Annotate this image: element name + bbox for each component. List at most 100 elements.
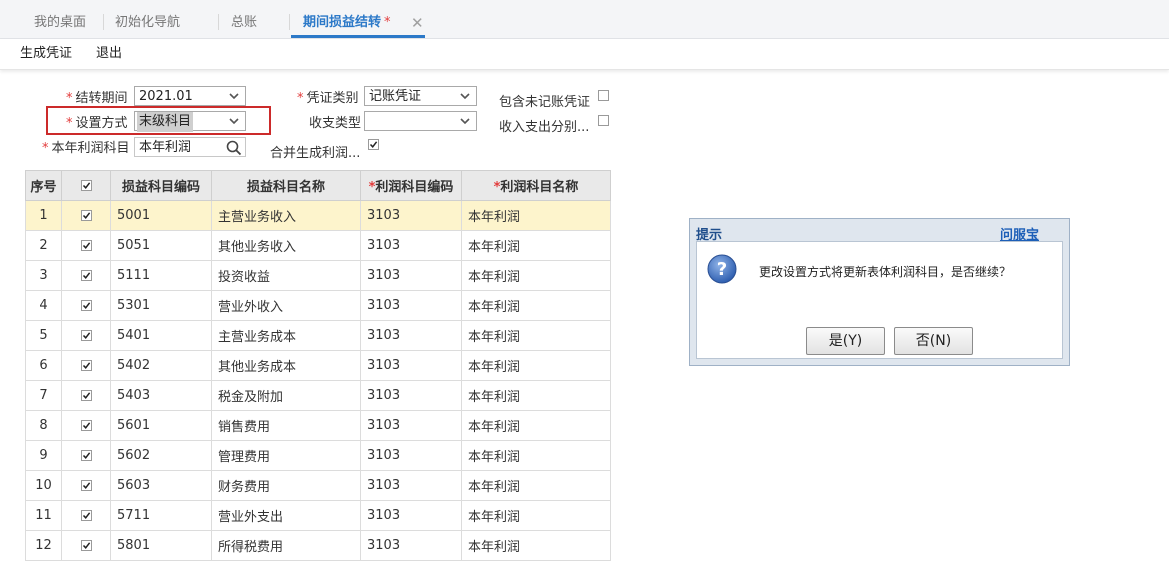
profit-code-cell[interactable]: 3103 [360, 530, 462, 561]
row-checkbox-cell[interactable] [61, 260, 111, 291]
tab-separator [103, 14, 104, 30]
profit-code-cell[interactable]: 3103 [360, 320, 462, 351]
row-checkbox-cell[interactable] [61, 530, 111, 561]
yes-button[interactable]: 是(Y) [806, 327, 885, 355]
profit-name-cell[interactable]: 本年利润 [461, 440, 611, 471]
search-icon[interactable] [225, 139, 243, 157]
row-checkbox-cell[interactable] [61, 410, 111, 441]
merge-checkbox[interactable] [368, 139, 379, 150]
row-checkbox-cell[interactable] [61, 200, 111, 231]
profit-name-cell[interactable]: 本年利润 [461, 530, 611, 561]
row-checkbox-cell[interactable] [61, 230, 111, 261]
table-row[interactable]: 8 5601 销售费用 3103 本年利润 [25, 410, 611, 441]
profit-code-cell[interactable]: 3103 [360, 470, 462, 501]
profit-code-cell[interactable]: 3103 [360, 440, 462, 471]
profit-name-cell[interactable]: 本年利润 [461, 350, 611, 381]
profit-account-label: * 本年利润科目 [42, 141, 130, 156]
table-row[interactable]: 2 5051 其他业务收入 3103 本年利润 [25, 230, 611, 261]
pl-code-cell: 5711 [110, 500, 212, 531]
row-checkbox[interactable] [80, 450, 92, 461]
check-icon [82, 302, 90, 309]
profit-name-cell[interactable]: 本年利润 [461, 200, 611, 231]
row-checkbox-cell[interactable] [61, 500, 111, 531]
row-checkbox-cell[interactable] [61, 470, 111, 501]
select-all-checkbox[interactable] [80, 180, 92, 191]
voucher-type-select[interactable]: 记账凭证 [364, 86, 477, 106]
profit-code-cell[interactable]: 3103 [360, 200, 462, 231]
table-row[interactable]: 10 5603 财务费用 3103 本年利润 [25, 470, 611, 501]
chevron-down-icon [227, 88, 241, 104]
row-checkbox-cell[interactable] [61, 350, 111, 381]
table-header-row: 序号 损益科目编码 损益科目名称 *利润科目编码 *利润科目名称 [25, 170, 611, 201]
mode-value: 末级科目 [137, 112, 194, 132]
generate-voucher-button[interactable]: 生成凭证 [20, 39, 72, 69]
income-split-checkbox[interactable] [598, 115, 609, 126]
period-select[interactable]: 2021.01 [134, 86, 246, 106]
row-checkbox[interactable] [80, 540, 92, 551]
profit-name-cell[interactable]: 本年利润 [461, 380, 611, 411]
table-row[interactable]: 4 5301 营业外收入 3103 本年利润 [25, 290, 611, 321]
profit-code-cell[interactable]: 3103 [360, 380, 462, 411]
voucher-type-label: * 凭证类别 [297, 91, 359, 106]
row-index: 4 [25, 290, 62, 321]
row-checkbox[interactable] [80, 480, 92, 491]
table-row[interactable]: 12 5801 所得税费用 3103 本年利润 [25, 530, 611, 561]
table-row[interactable]: 3 5111 投资收益 3103 本年利润 [25, 260, 611, 291]
exit-button[interactable]: 退出 [96, 39, 122, 69]
row-checkbox[interactable] [80, 270, 92, 281]
row-checkbox[interactable] [80, 210, 92, 221]
profit-name-cell[interactable]: 本年利润 [461, 320, 611, 351]
table-row[interactable]: 9 5602 管理费用 3103 本年利润 [25, 440, 611, 471]
chevron-down-icon [227, 113, 241, 129]
profit-name-cell[interactable]: 本年利润 [461, 230, 611, 261]
profit-name-cell[interactable]: 本年利润 [461, 470, 611, 501]
tab-bar: 我的桌面 初始化导航 总账 期间损益结转 * ✕ [0, 0, 1169, 39]
row-checkbox-cell[interactable] [61, 290, 111, 321]
include-unposted-checkbox[interactable] [598, 90, 609, 101]
profit-name-cell[interactable]: 本年利润 [461, 410, 611, 441]
header-select-all[interactable] [61, 170, 111, 201]
row-index: 7 [25, 380, 62, 411]
tab-period-pl-transfer[interactable]: 期间损益结转 * [291, 0, 425, 38]
table-row[interactable]: 1 5001 主营业务收入 3103 本年利润 [25, 200, 611, 231]
profit-code-cell[interactable]: 3103 [360, 410, 462, 441]
profit-code-cell[interactable]: 3103 [360, 350, 462, 381]
income-type-select[interactable] [364, 111, 477, 131]
mode-select[interactable]: 末级科目 [134, 111, 246, 132]
income-split-label: 收入支出分别... [499, 120, 590, 135]
row-checkbox-cell[interactable] [61, 440, 111, 471]
tab-my-desktop[interactable]: 我的桌面 [34, 0, 86, 38]
check-icon [82, 242, 90, 249]
profit-name-cell[interactable]: 本年利润 [461, 260, 611, 291]
row-checkbox[interactable] [80, 420, 92, 431]
row-checkbox[interactable] [80, 300, 92, 311]
profit-code-cell[interactable]: 3103 [360, 260, 462, 291]
profit-code-cell[interactable]: 3103 [360, 500, 462, 531]
period-value: 2021.01 [139, 89, 193, 104]
row-checkbox[interactable] [80, 390, 92, 401]
table-row[interactable]: 5 5401 主营业务成本 3103 本年利润 [25, 320, 611, 351]
table-row[interactable]: 7 5403 税金及附加 3103 本年利润 [25, 380, 611, 411]
tab-init-guide[interactable]: 初始化导航 [115, 0, 180, 38]
row-checkbox[interactable] [80, 240, 92, 251]
active-tab-underline [291, 35, 425, 38]
row-checkbox-cell[interactable] [61, 380, 111, 411]
profit-code-cell[interactable]: 3103 [360, 230, 462, 261]
pl-code-cell: 5001 [110, 200, 212, 231]
period-label: * 结转期间 [66, 91, 128, 106]
table-row[interactable]: 6 5402 其他业务成本 3103 本年利润 [25, 350, 611, 381]
tab-general-ledger[interactable]: 总账 [231, 0, 257, 38]
header-pl-name: 损益科目名称 [211, 170, 361, 201]
header-profit-code: *利润科目编码 [360, 170, 462, 201]
profit-name-cell[interactable]: 本年利润 [461, 290, 611, 321]
mode-label: * 设置方式 [66, 116, 128, 131]
table-row[interactable]: 11 5711 营业外支出 3103 本年利润 [25, 500, 611, 531]
profit-account-input[interactable]: 本年利润 [134, 137, 246, 157]
row-checkbox[interactable] [80, 330, 92, 341]
row-checkbox-cell[interactable] [61, 320, 111, 351]
profit-code-cell[interactable]: 3103 [360, 290, 462, 321]
no-button[interactable]: 否(N) [894, 327, 973, 355]
row-checkbox[interactable] [80, 360, 92, 371]
row-checkbox[interactable] [80, 510, 92, 521]
profit-name-cell[interactable]: 本年利润 [461, 500, 611, 531]
